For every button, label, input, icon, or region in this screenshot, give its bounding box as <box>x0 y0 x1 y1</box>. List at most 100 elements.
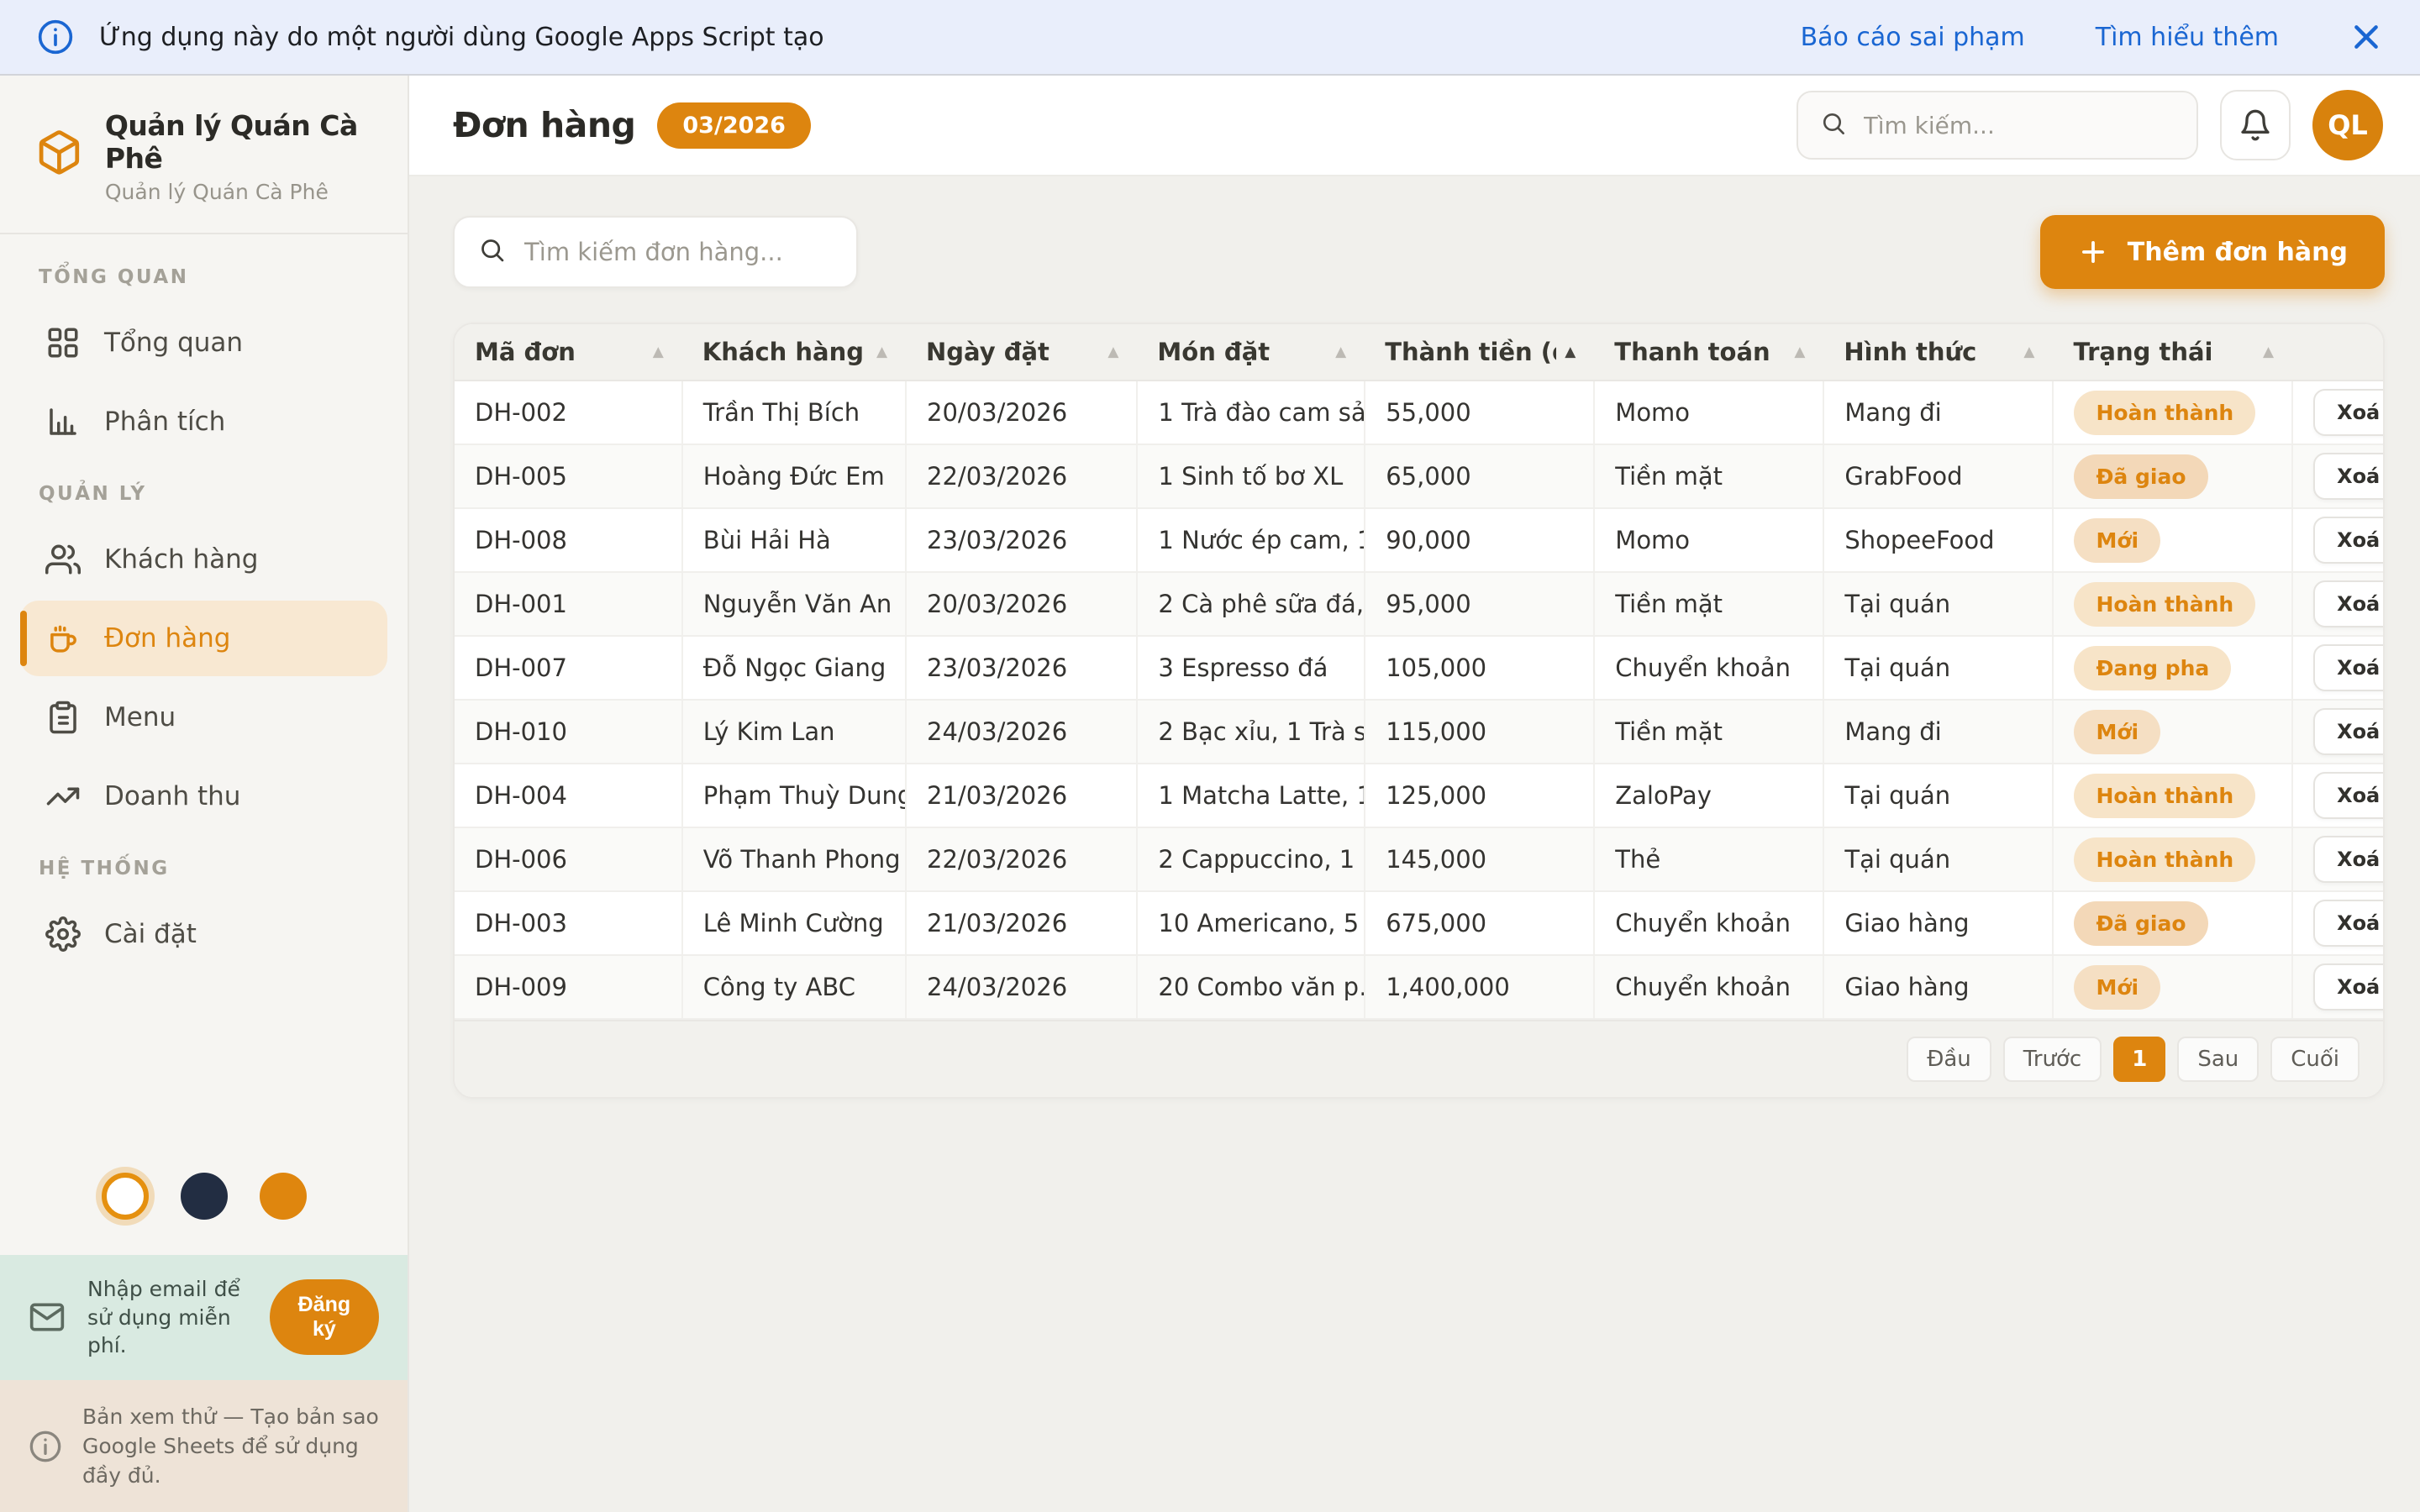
column-header-thanh-tien[interactable]: Thành tiền (đ)▲ <box>1365 324 1594 381</box>
payment-cell: Chuyển khoản <box>1594 636 1823 700</box>
items-cell: 20 Combo văn p… <box>1137 955 1365 1019</box>
global-search[interactable] <box>1797 91 2198 160</box>
section-label-quan-ly: QUẢN LÝ <box>39 483 369 505</box>
column-header-ma-don[interactable]: Mã đơn▲ <box>455 324 682 381</box>
theme-dot-light[interactable] <box>102 1173 149 1220</box>
column-header-khach-hang[interactable]: Khách hàng▲ <box>682 324 906 381</box>
customer-cell: Nguyễn Văn An <box>682 572 906 636</box>
sidebar-item-menu[interactable]: Menu <box>20 680 387 755</box>
status-badge: Hoàn thành <box>2074 774 2255 818</box>
sort-arrow-icon[interactable]: ▲ <box>1565 344 1576 360</box>
sort-arrow-icon[interactable]: ▲ <box>2023 344 2034 360</box>
table-row[interactable]: DH-003 Lê Minh Cường 21/03/2026 10 Ameri… <box>455 891 2383 955</box>
customer-cell: Công ty ABC <box>682 955 906 1019</box>
delete-button[interactable]: Xoá <box>2313 644 2383 691</box>
delete-button[interactable]: Xoá <box>2313 580 2383 627</box>
delete-button[interactable]: Xoá <box>2313 836 2383 883</box>
pagination-prev-button[interactable]: Trước <box>2003 1037 2102 1082</box>
table-row[interactable]: DH-001 Nguyễn Văn An 20/03/2026 2 Cà phê… <box>455 572 2383 636</box>
column-header-thanh-toan[interactable]: Thanh toán▲ <box>1594 324 1823 381</box>
sidebar-item-phan-tich[interactable]: Phân tích <box>20 384 387 459</box>
total-cell: 95,000 <box>1365 572 1594 636</box>
column-header-ngay-dat[interactable]: Ngày đặt▲ <box>906 324 1137 381</box>
coffee-cup-icon <box>45 621 81 656</box>
table-row[interactable]: DH-010 Lý Kim Lan 24/03/2026 2 Bạc xỉu, … <box>455 700 2383 764</box>
order-id-cell: DH-009 <box>455 955 682 1019</box>
notifications-button[interactable] <box>2220 90 2291 160</box>
report-abuse-link[interactable]: Báo cáo sai phạm <box>1801 23 2025 52</box>
theme-dot-orange[interactable] <box>260 1173 307 1220</box>
sort-arrow-icon[interactable]: ▲ <box>1794 344 1805 360</box>
preview-note-text: Bản xem thử — Tạo bản sao Google Sheets … <box>82 1402 379 1490</box>
sidebar-item-doanh-thu[interactable]: Doanh thu <box>20 759 387 834</box>
sidebar-item-khach-hang[interactable]: Khách hàng <box>20 522 387 597</box>
signup-button[interactable]: Đăng ký <box>270 1279 379 1355</box>
delete-button[interactable]: Xoá <box>2313 389 2383 436</box>
sidebar-item-tong-quan[interactable]: Tổng quan <box>20 305 387 381</box>
column-header-hinh-thuc[interactable]: Hình thức▲ <box>1823 324 2053 381</box>
avatar[interactable]: QL <box>2312 90 2383 160</box>
payment-cell: ZaloPay <box>1594 764 1823 827</box>
total-cell: 90,000 <box>1365 508 1594 572</box>
clipboard-icon <box>45 700 81 735</box>
sidebar-item-cai-dat[interactable]: Cài đặt <box>20 896 387 972</box>
channel-cell: Giao hàng <box>1823 891 2053 955</box>
status-badge: Đã giao <box>2074 901 2207 946</box>
pagination-next-button[interactable]: Sau <box>2177 1037 2259 1082</box>
table-row[interactable]: DH-006 Võ Thanh Phong 22/03/2026 2 Cappu… <box>455 827 2383 891</box>
users-icon <box>45 542 81 577</box>
column-header-trang-thai[interactable]: Trạng thái▲ <box>2053 324 2292 381</box>
channel-cell: ShopeeFood <box>1823 508 2053 572</box>
table-row[interactable]: DH-002 Trần Thị Bích 20/03/2026 1 Trà đà… <box>455 381 2383 444</box>
sort-arrow-icon[interactable]: ▲ <box>653 344 664 360</box>
delete-button[interactable]: Xoá <box>2313 772 2383 819</box>
order-id-cell: DH-001 <box>455 572 682 636</box>
pagination: Đầu Trước 1 Sau Cuối <box>455 1020 2383 1097</box>
status-cell: Hoàn thành <box>2053 572 2292 636</box>
trending-up-icon <box>45 779 81 814</box>
table-row[interactable]: DH-005 Hoàng Đức Em 22/03/2026 1 Sinh tố… <box>455 444 2383 508</box>
delete-button[interactable]: Xoá <box>2313 517 2383 564</box>
pagination-first-button[interactable]: Đầu <box>1907 1037 1991 1082</box>
table-row[interactable]: DH-009 Công ty ABC 24/03/2026 20 Combo v… <box>455 955 2383 1019</box>
status-badge: Mới <box>2074 965 2160 1010</box>
delete-button[interactable]: Xoá <box>2313 963 2383 1011</box>
status-badge: Đã giao <box>2074 454 2207 499</box>
global-search-input[interactable] <box>1864 112 2175 139</box>
delete-button[interactable]: Xoá <box>2313 453 2383 500</box>
theme-dot-dark[interactable] <box>181 1173 228 1220</box>
table-row[interactable]: DH-008 Bùi Hải Hà 23/03/2026 1 Nước ép c… <box>455 508 2383 572</box>
sidebar-item-don-hang[interactable]: Đơn hàng <box>20 601 387 676</box>
dashboard-icon <box>45 325 81 360</box>
delete-button[interactable]: Xoá <box>2313 900 2383 947</box>
payment-cell: Momo <box>1594 508 1823 572</box>
delete-button[interactable]: Xoá <box>2313 708 2383 755</box>
date-cell: 22/03/2026 <box>906 827 1137 891</box>
sort-arrow-icon[interactable]: ▲ <box>2263 344 2274 360</box>
status-cell: Đang pha <box>2053 636 2292 700</box>
actions-cell: Xoá <box>2292 764 2383 827</box>
sidebar: Quản lý Quán Cà Phê Quản lý Quán Cà Phê … <box>0 76 409 1512</box>
bar-chart-icon <box>45 404 81 439</box>
column-header-mon-dat[interactable]: Món đặt▲ <box>1137 324 1365 381</box>
payment-cell: Momo <box>1594 381 1823 444</box>
pagination-current-page[interactable]: 1 <box>2113 1037 2165 1082</box>
close-icon[interactable] <box>2349 20 2383 54</box>
learn-more-link[interactable]: Tìm hiểu thêm <box>2096 23 2279 52</box>
add-order-button[interactable]: Thêm đơn hàng <box>2040 215 2385 289</box>
orders-search-input[interactable] <box>524 238 833 266</box>
pagination-last-button[interactable]: Cuối <box>2270 1037 2360 1082</box>
customer-cell: Võ Thanh Phong <box>682 827 906 891</box>
sort-arrow-icon[interactable]: ▲ <box>1107 344 1118 360</box>
total-cell: 675,000 <box>1365 891 1594 955</box>
orders-search[interactable] <box>453 216 858 288</box>
status-cell: Đã giao <box>2053 891 2292 955</box>
table-row[interactable]: DH-007 Đỗ Ngọc Giang 23/03/2026 3 Espres… <box>455 636 2383 700</box>
sort-arrow-icon[interactable]: ▲ <box>876 344 887 360</box>
order-id-cell: DH-007 <box>455 636 682 700</box>
info-icon <box>29 1430 62 1463</box>
sort-arrow-icon[interactable]: ▲ <box>1335 344 1346 360</box>
order-id-cell: DH-003 <box>455 891 682 955</box>
total-cell: 105,000 <box>1365 636 1594 700</box>
table-row[interactable]: DH-004 Phạm Thuỳ Dung 21/03/2026 1 Match… <box>455 764 2383 827</box>
